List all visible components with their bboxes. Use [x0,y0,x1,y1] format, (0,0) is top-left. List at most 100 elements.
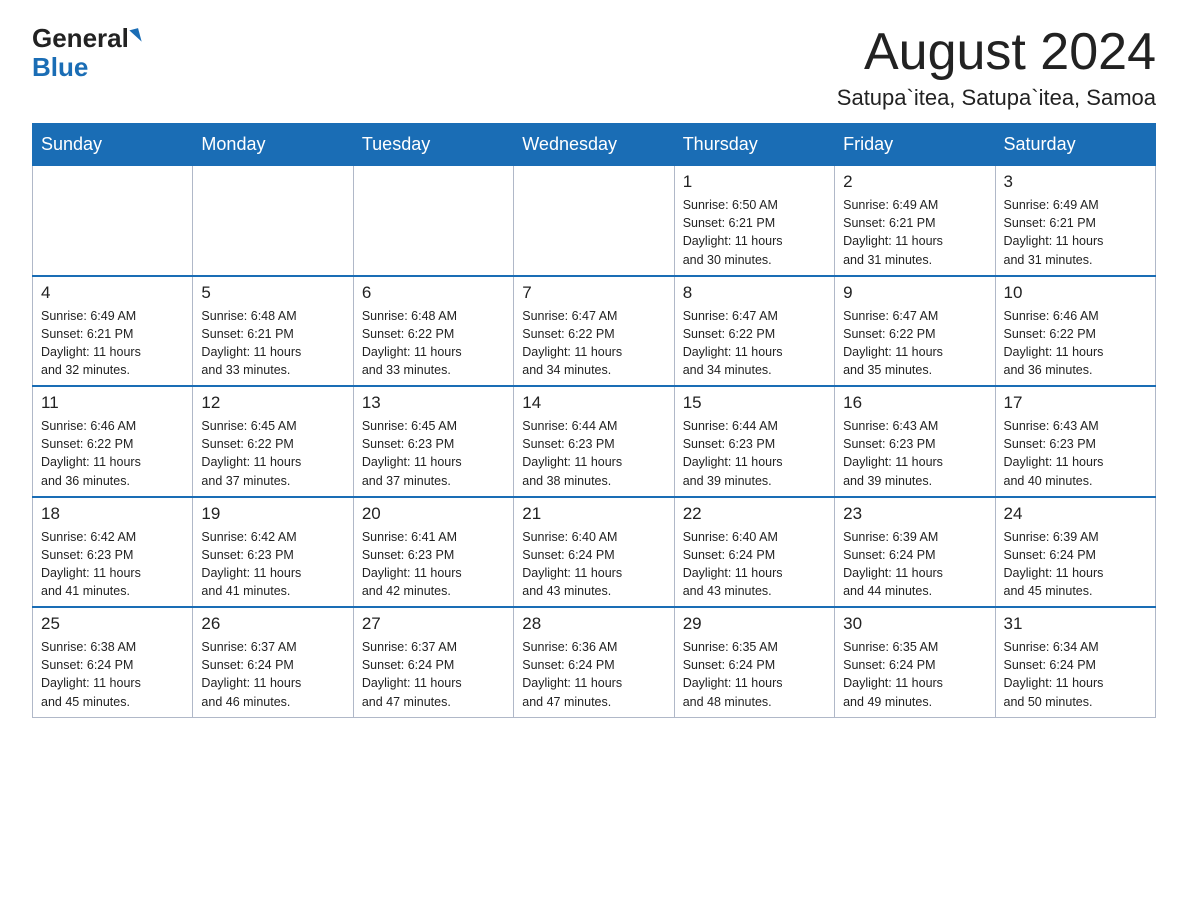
day-number: 28 [522,614,665,634]
day-info: Sunrise: 6:47 AM Sunset: 6:22 PM Dayligh… [683,307,826,380]
calendar-cell: 27 Sunrise: 6:37 AM Sunset: 6:24 PM Dayli… [353,607,513,717]
day-info: Sunrise: 6:41 AM Sunset: 6:23 PM Dayligh… [362,528,505,601]
calendar-week-row: 18 Sunrise: 6:42 AM Sunset: 6:23 PM Dayli… [33,497,1156,608]
day-number: 19 [201,504,344,524]
weekday-header-saturday: Saturday [995,124,1155,166]
calendar-cell: 26 Sunrise: 6:37 AM Sunset: 6:24 PM Dayli… [193,607,353,717]
day-info: Sunrise: 6:39 AM Sunset: 6:24 PM Dayligh… [1004,528,1147,601]
day-number: 13 [362,393,505,413]
day-info: Sunrise: 6:38 AM Sunset: 6:24 PM Dayligh… [41,638,184,711]
calendar-cell: 16 Sunrise: 6:43 AM Sunset: 6:23 PM Dayli… [835,386,995,497]
calendar-cell [193,166,353,276]
day-info: Sunrise: 6:49 AM Sunset: 6:21 PM Dayligh… [1004,196,1147,269]
calendar-cell: 17 Sunrise: 6:43 AM Sunset: 6:23 PM Dayli… [995,386,1155,497]
day-number: 9 [843,283,986,303]
calendar-cell: 31 Sunrise: 6:34 AM Sunset: 6:24 PM Dayli… [995,607,1155,717]
day-number: 30 [843,614,986,634]
day-number: 24 [1004,504,1147,524]
day-info: Sunrise: 6:39 AM Sunset: 6:24 PM Dayligh… [843,528,986,601]
day-number: 20 [362,504,505,524]
day-info: Sunrise: 6:35 AM Sunset: 6:24 PM Dayligh… [843,638,986,711]
calendar-cell: 5Sunrise: 6:48 AM Sunset: 6:21 PM Daylig… [193,276,353,387]
calendar-cell: 8 Sunrise: 6:47 AM Sunset: 6:22 PM Daylig… [674,276,834,387]
day-info: Sunrise: 6:34 AM Sunset: 6:24 PM Dayligh… [1004,638,1147,711]
day-number: 17 [1004,393,1147,413]
calendar-cell: 29Sunrise: 6:35 AM Sunset: 6:24 PM Dayli… [674,607,834,717]
calendar-cell: 25Sunrise: 6:38 AM Sunset: 6:24 PM Dayli… [33,607,193,717]
calendar-cell: 14Sunrise: 6:44 AM Sunset: 6:23 PM Dayli… [514,386,674,497]
calendar-cell: 3 Sunrise: 6:49 AM Sunset: 6:21 PM Daylig… [995,166,1155,276]
calendar-cell [514,166,674,276]
calendar-cell: 6Sunrise: 6:48 AM Sunset: 6:22 PM Daylig… [353,276,513,387]
weekday-header-row: SundayMondayTuesdayWednesdayThursdayFrid… [33,124,1156,166]
day-info: Sunrise: 6:45 AM Sunset: 6:22 PM Dayligh… [201,417,344,490]
day-number: 21 [522,504,665,524]
calendar-week-row: 4 Sunrise: 6:49 AM Sunset: 6:21 PM Daylig… [33,276,1156,387]
title-area: August 2024 Satupa`itea, Satupa`itea, Sa… [837,24,1156,111]
weekday-header-thursday: Thursday [674,124,834,166]
calendar-week-row: 11 Sunrise: 6:46 AM Sunset: 6:22 PM Dayli… [33,386,1156,497]
day-info: Sunrise: 6:48 AM Sunset: 6:21 PM Dayligh… [201,307,344,380]
calendar-cell [353,166,513,276]
weekday-header-friday: Friday [835,124,995,166]
weekday-header-wednesday: Wednesday [514,124,674,166]
day-info: Sunrise: 6:44 AM Sunset: 6:23 PM Dayligh… [683,417,826,490]
day-info: Sunrise: 6:47 AM Sunset: 6:22 PM Dayligh… [843,307,986,380]
month-title: August 2024 [837,24,1156,81]
day-info: Sunrise: 6:36 AM Sunset: 6:24 PM Dayligh… [522,638,665,711]
weekday-header-monday: Monday [193,124,353,166]
calendar-cell [33,166,193,276]
calendar-cell: 13Sunrise: 6:45 AM Sunset: 6:23 PM Dayli… [353,386,513,497]
day-number: 23 [843,504,986,524]
day-info: Sunrise: 6:43 AM Sunset: 6:23 PM Dayligh… [843,417,986,490]
day-info: Sunrise: 6:37 AM Sunset: 6:24 PM Dayligh… [201,638,344,711]
calendar-cell: 7Sunrise: 6:47 AM Sunset: 6:22 PM Daylig… [514,276,674,387]
day-number: 31 [1004,614,1147,634]
calendar-week-row: 1 Sunrise: 6:50 AM Sunset: 6:21 PM Daylig… [33,166,1156,276]
day-info: Sunrise: 6:46 AM Sunset: 6:22 PM Dayligh… [41,417,184,490]
day-number: 14 [522,393,665,413]
calendar-cell: 18Sunrise: 6:42 AM Sunset: 6:23 PM Dayli… [33,497,193,608]
day-info: Sunrise: 6:43 AM Sunset: 6:23 PM Dayligh… [1004,417,1147,490]
day-number: 16 [843,393,986,413]
day-number: 3 [1004,172,1147,192]
location-title: Satupa`itea, Satupa`itea, Samoa [837,85,1156,111]
day-info: Sunrise: 6:40 AM Sunset: 6:24 PM Dayligh… [683,528,826,601]
logo-general: General [32,24,129,53]
day-number: 29 [683,614,826,634]
day-number: 4 [41,283,184,303]
day-number: 22 [683,504,826,524]
day-info: Sunrise: 6:37 AM Sunset: 6:24 PM Dayligh… [362,638,505,711]
day-number: 10 [1004,283,1147,303]
calendar-cell: 22 Sunrise: 6:40 AM Sunset: 6:24 PM Dayli… [674,497,834,608]
day-number: 27 [362,614,505,634]
day-number: 1 [683,172,826,192]
calendar-cell: 19 Sunrise: 6:42 AM Sunset: 6:23 PM Dayli… [193,497,353,608]
day-number: 12 [201,393,344,413]
day-info: Sunrise: 6:47 AM Sunset: 6:22 PM Dayligh… [522,307,665,380]
calendar-cell: 21 Sunrise: 6:40 AM Sunset: 6:24 PM Dayli… [514,497,674,608]
calendar-cell: 20 Sunrise: 6:41 AM Sunset: 6:23 PM Dayli… [353,497,513,608]
day-info: Sunrise: 6:46 AM Sunset: 6:22 PM Dayligh… [1004,307,1147,380]
calendar-cell: 12 Sunrise: 6:45 AM Sunset: 6:22 PM Dayli… [193,386,353,497]
calendar-cell: 24 Sunrise: 6:39 AM Sunset: 6:24 PM Dayli… [995,497,1155,608]
page-header: General Blue August 2024 Satupa`itea, Sa… [32,24,1156,111]
calendar-cell: 10 Sunrise: 6:46 AM Sunset: 6:22 PM Dayli… [995,276,1155,387]
calendar-cell: 23 Sunrise: 6:39 AM Sunset: 6:24 PM Dayli… [835,497,995,608]
day-number: 18 [41,504,184,524]
calendar-cell: 1 Sunrise: 6:50 AM Sunset: 6:21 PM Daylig… [674,166,834,276]
day-info: Sunrise: 6:40 AM Sunset: 6:24 PM Dayligh… [522,528,665,601]
day-number: 26 [201,614,344,634]
logo: General Blue [32,24,140,81]
day-info: Sunrise: 6:42 AM Sunset: 6:23 PM Dayligh… [201,528,344,601]
day-info: Sunrise: 6:49 AM Sunset: 6:21 PM Dayligh… [41,307,184,380]
day-number: 8 [683,283,826,303]
day-number: 2 [843,172,986,192]
calendar-cell: 9 Sunrise: 6:47 AM Sunset: 6:22 PM Daylig… [835,276,995,387]
day-number: 11 [41,393,184,413]
day-info: Sunrise: 6:50 AM Sunset: 6:21 PM Dayligh… [683,196,826,269]
calendar-cell: 2Sunrise: 6:49 AM Sunset: 6:21 PM Daylig… [835,166,995,276]
calendar-week-row: 25Sunrise: 6:38 AM Sunset: 6:24 PM Dayli… [33,607,1156,717]
day-number: 15 [683,393,826,413]
calendar-cell: 15 Sunrise: 6:44 AM Sunset: 6:23 PM Dayli… [674,386,834,497]
